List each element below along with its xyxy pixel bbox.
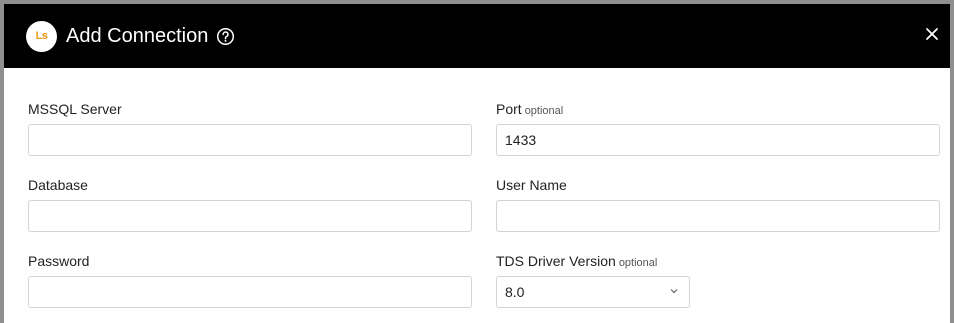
tds-label-row: TDS Driver Version optional <box>496 253 657 271</box>
database-label: Database <box>28 177 88 193</box>
port-optional-hint: optional <box>524 105 564 117</box>
add-connection-dialog: Ls Add Connection MSSQL Server Port optio… <box>4 4 950 323</box>
username-label-row: User Name <box>496 177 567 195</box>
password-label-row: Password <box>28 253 89 271</box>
username-label: User Name <box>496 177 567 193</box>
server-label-row: MSSQL Server <box>28 101 122 119</box>
server-label: MSSQL Server <box>28 101 122 117</box>
tds-optional-hint: optional <box>618 257 658 269</box>
port-input[interactable]: 1433 <box>496 124 940 156</box>
tds-label: TDS Driver Version <box>496 253 616 269</box>
password-input[interactable] <box>28 276 472 308</box>
port-label-row: Port optional <box>496 101 563 119</box>
app-logo: Ls <box>26 20 57 52</box>
close-icon[interactable] <box>924 26 940 42</box>
tds-selected-value: 8.0 <box>505 284 525 300</box>
server-input[interactable] <box>28 124 472 156</box>
username-input[interactable] <box>496 200 940 232</box>
tds-version-select[interactable]: 8.0 <box>496 276 690 308</box>
chevron-down-icon <box>670 289 678 294</box>
dialog-header: Ls Add Connection <box>4 4 950 68</box>
database-input[interactable] <box>28 200 472 232</box>
database-label-row: Database <box>28 177 88 195</box>
password-label: Password <box>28 253 90 269</box>
dialog-title: Add Connection <box>66 24 209 47</box>
port-label: Port <box>496 101 522 117</box>
help-circle-icon[interactable] <box>216 27 235 46</box>
